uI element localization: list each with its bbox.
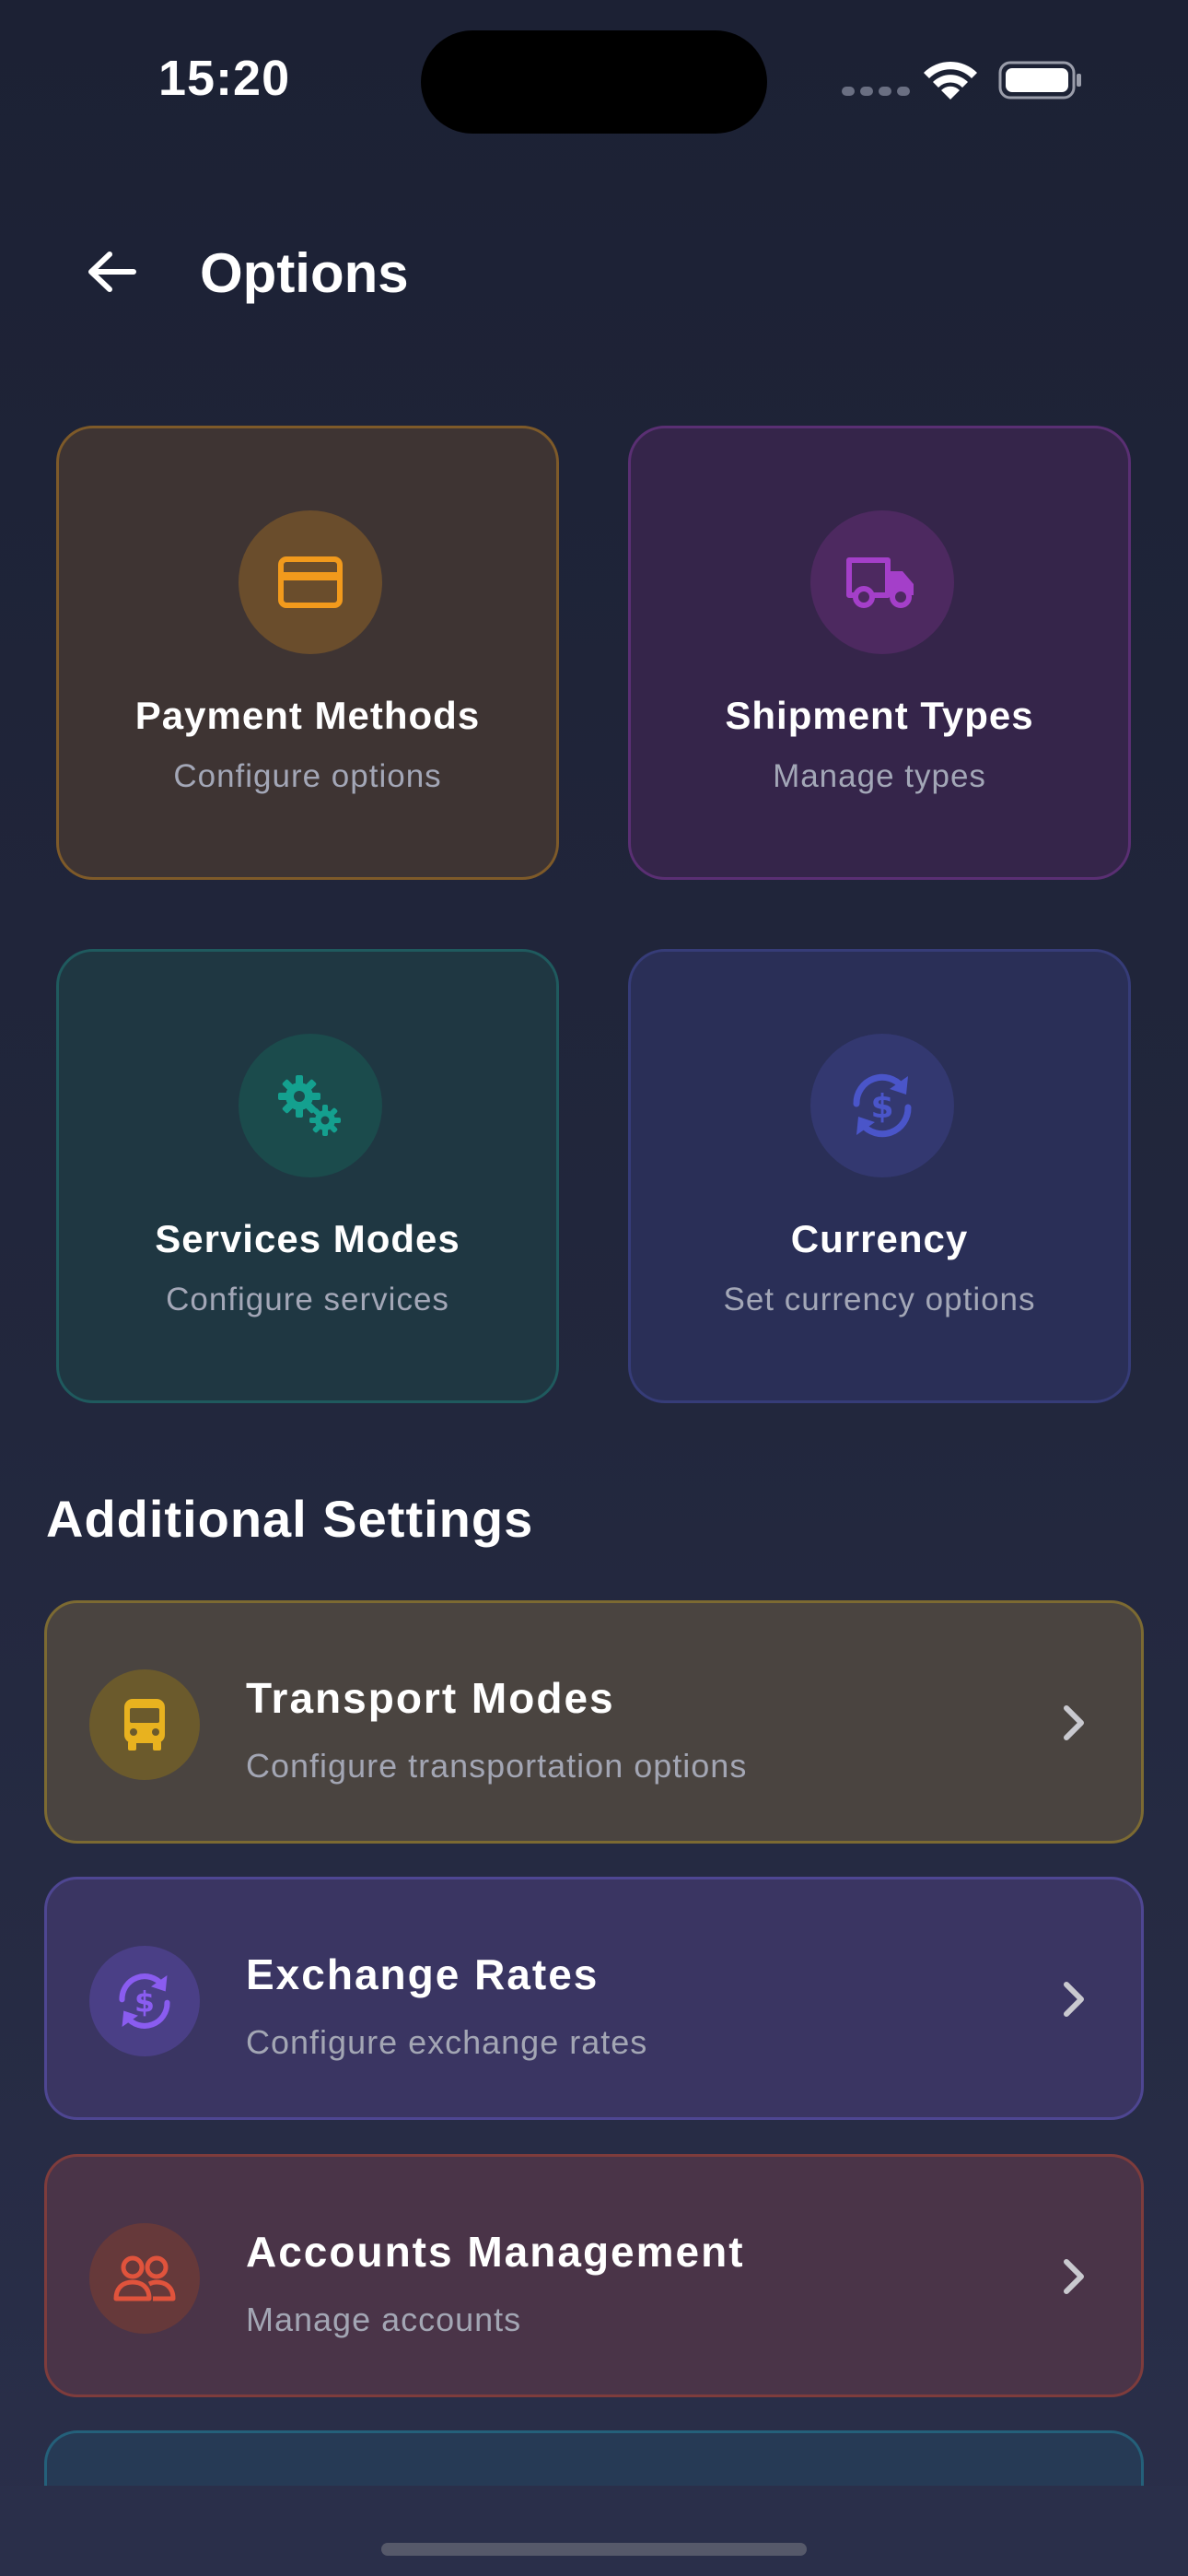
chevron-right-icon (1064, 2259, 1084, 2294)
battery-icon (998, 61, 1081, 100)
row-subtitle: Configure transportation options (246, 1747, 748, 1785)
payment-methods-card[interactable]: Payment Methods Configure options (56, 426, 559, 880)
card-subtitle: Configure services (166, 1282, 449, 1317)
exchange-rates-row[interactable]: $ Exchange Rates Configure exchange rate… (44, 1877, 1144, 2120)
card-title: Shipment Types (725, 694, 1034, 737)
svg-text:$: $ (870, 1088, 893, 1126)
cellular-signal-icon (842, 87, 910, 96)
row-title: Accounts Management (246, 2228, 745, 2276)
card-subtitle: Set currency options (723, 1282, 1036, 1317)
card-title: Services Modes (155, 1217, 460, 1260)
currency-exchange-icon: $ (853, 1073, 912, 1138)
credit-card-icon (278, 556, 343, 608)
status-time: 15:20 (158, 51, 291, 106)
chevron-right-icon (1064, 1982, 1084, 2017)
card-title: Currency (790, 1217, 969, 1260)
bottom-area (0, 2486, 1188, 2576)
transport-icon-circle (89, 1669, 200, 1780)
page-title: Options (200, 242, 409, 304)
dynamic-island (421, 30, 767, 134)
back-button[interactable] (81, 241, 142, 302)
currency-icon-circle: $ (810, 1034, 954, 1177)
services-modes-card[interactable]: Services Modes Configure services (56, 949, 559, 1403)
payment-icon-circle (239, 510, 382, 654)
section-title: Additional Settings (46, 1490, 534, 1548)
shipment-icon-circle (810, 510, 954, 654)
row-subtitle: Configure exchange rates (246, 2023, 648, 2061)
chevron-right-icon (1064, 1705, 1084, 1740)
accounts-management-row[interactable]: Accounts Management Manage accounts (44, 2154, 1144, 2397)
row-title: Transport Modes (246, 1674, 615, 1722)
home-indicator[interactable] (381, 2543, 807, 2556)
wifi-icon (924, 61, 977, 100)
transport-modes-row[interactable]: Transport Modes Configure transportation… (44, 1600, 1144, 1844)
shipment-types-card[interactable]: Shipment Types Manage types (628, 426, 1131, 880)
users-icon (113, 2255, 176, 2301)
currency-card[interactable]: $ Currency Set currency options (628, 949, 1131, 1403)
svg-text:$: $ (134, 1985, 155, 2019)
truck-icon (846, 557, 914, 608)
card-subtitle: Manage types (773, 758, 986, 794)
row-title: Exchange Rates (246, 1950, 600, 1998)
currency-exchange-icon: $ (119, 1973, 170, 2029)
arrow-left-icon (88, 252, 136, 292)
bus-icon (124, 1699, 165, 1751)
card-title: Payment Methods (134, 694, 481, 737)
gears-icon (278, 1075, 341, 1136)
accounts-icon-circle (89, 2223, 200, 2334)
card-subtitle: Configure options (173, 758, 442, 794)
next-row-partial[interactable] (44, 2430, 1144, 2486)
exchange-icon-circle: $ (89, 1946, 200, 2056)
row-subtitle: Manage accounts (246, 2301, 522, 2338)
services-icon-circle (239, 1034, 382, 1177)
